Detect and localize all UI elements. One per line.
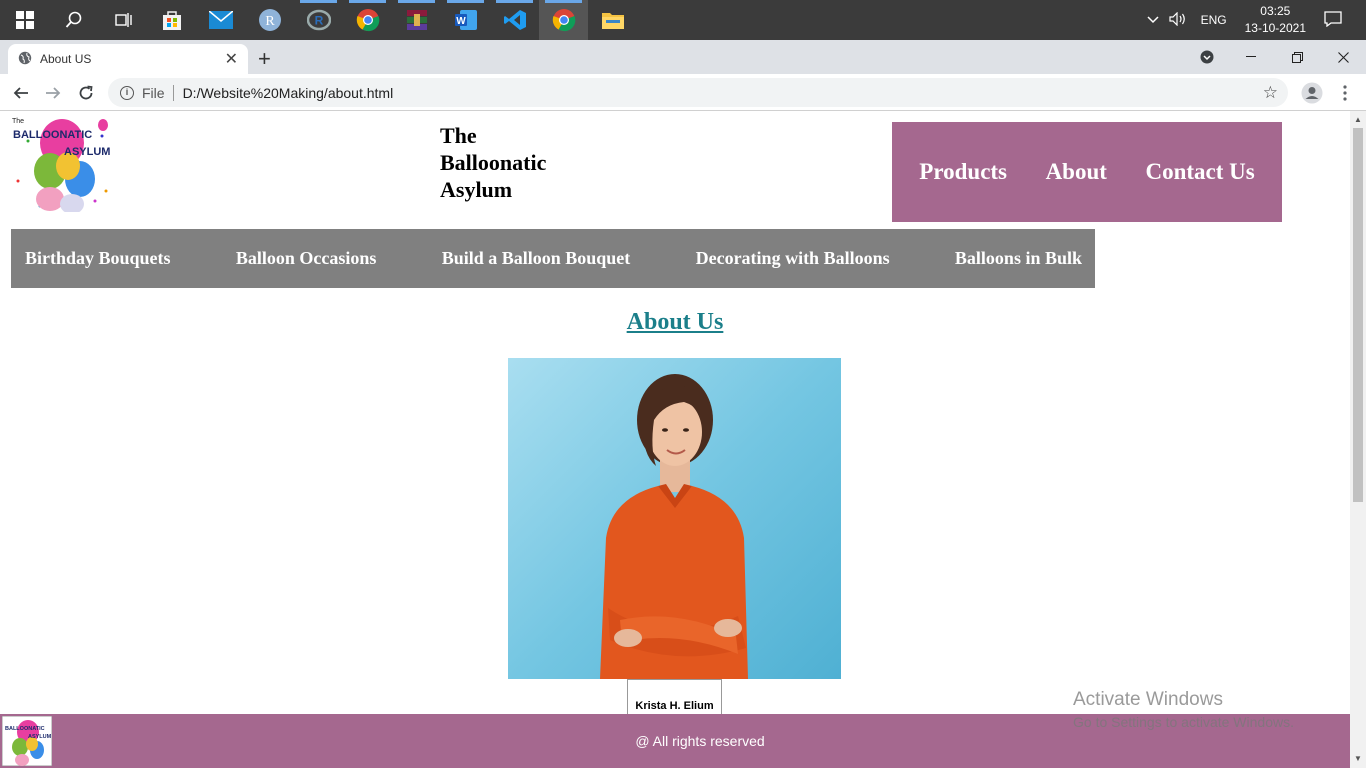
about-us-heading[interactable]: About Us	[0, 309, 1350, 336]
site-title-line-3: Asylum	[440, 177, 513, 202]
scrollbar-thumb[interactable]	[1353, 128, 1363, 502]
notification-icon[interactable]	[1324, 10, 1342, 30]
back-icon[interactable]	[8, 80, 34, 106]
svg-text:R: R	[265, 14, 275, 29]
site-title: The Balloonatic Asylum	[440, 122, 580, 203]
clock-time: 03:25	[1260, 4, 1291, 18]
new-tab-icon[interactable]: +	[258, 46, 271, 72]
file-explorer-icon[interactable]	[588, 0, 637, 40]
speaker-icon[interactable]	[1168, 11, 1187, 29]
winrar-icon[interactable]	[392, 0, 441, 40]
category-link-birthday-bouquets[interactable]: Birthday Bouquets	[25, 248, 171, 269]
site-title-line-1: The	[440, 123, 477, 148]
nav-link-about[interactable]: About	[1046, 159, 1107, 185]
word-icon[interactable]: W	[441, 0, 490, 40]
page-scrollbar[interactable]: ▲ ▼	[1350, 111, 1366, 768]
scroll-up-icon[interactable]: ▲	[1354, 115, 1362, 124]
r-app-icon[interactable]: R	[245, 0, 294, 40]
browser-tab-strip: About US ✕ +	[0, 40, 1366, 74]
vscode-icon[interactable]	[490, 0, 539, 40]
tab-search-icon[interactable]	[1184, 40, 1230, 74]
minimize-icon[interactable]	[1228, 40, 1274, 74]
logo-text-small: The	[12, 118, 24, 125]
address-scheme-label: File	[142, 84, 174, 101]
start-icon[interactable]	[0, 0, 49, 40]
browser-tab[interactable]: About US ✕	[8, 44, 248, 74]
category-link-balloons-in-bulk[interactable]: Balloons in Bulk	[955, 248, 1082, 269]
clock-date: 13-10-2021	[1244, 21, 1306, 35]
rstudio-icon[interactable]: R	[294, 0, 343, 40]
watermark-subtitle: Go to Settings to activate Windows.	[1073, 714, 1294, 730]
person-name-caption: Krista H. Elium	[627, 679, 722, 719]
web-page: The BALLOONATIC ASYLUM The Balloonatic A…	[0, 111, 1350, 768]
task-view-icon[interactable]	[98, 0, 147, 40]
footer-logo-text-main: BALLOONATIC	[5, 726, 45, 732]
logo-text-sub: ASYLUM	[64, 146, 110, 158]
close-tab-icon[interactable]: ✕	[225, 49, 238, 69]
tab-title: About US	[40, 52, 92, 66]
bookmark-star-icon[interactable]: ☆	[1263, 83, 1278, 103]
chevron-up-icon[interactable]	[1147, 13, 1159, 27]
svg-text:R: R	[314, 14, 323, 28]
globe-icon	[18, 51, 32, 68]
svg-text:W: W	[456, 16, 466, 27]
reload-icon[interactable]	[73, 80, 99, 106]
category-link-balloon-occasions[interactable]: Balloon Occasions	[236, 248, 377, 269]
category-link-decorating-with-balloons[interactable]: Decorating with Balloons	[696, 248, 890, 269]
windows-taskbar: R R W ENG 03:25 13-10-2021	[0, 0, 1366, 40]
mail-icon[interactable]	[196, 0, 245, 40]
top-navigation: Products About Contact Us	[892, 122, 1282, 222]
close-window-icon[interactable]	[1320, 40, 1366, 74]
restore-icon[interactable]	[1274, 40, 1320, 74]
search-icon[interactable]	[49, 0, 98, 40]
scroll-down-icon[interactable]: ▼	[1354, 754, 1362, 763]
site-logo[interactable]: The BALLOONATIC ASYLUM	[10, 111, 113, 214]
store-icon[interactable]	[147, 0, 196, 40]
nav-link-contact-us[interactable]: Contact Us	[1145, 159, 1254, 185]
category-link-build-a-balloon-bouquet[interactable]: Build a Balloon Bouquet	[442, 248, 631, 269]
address-bar[interactable]: i File D:/Website%20Making/about.html ☆	[108, 78, 1288, 107]
menu-kebab-icon[interactable]	[1332, 80, 1358, 106]
url-text[interactable]: D:/Website%20Making/about.html	[183, 85, 394, 101]
logo-text-main: BALLOONATIC	[13, 129, 92, 141]
info-icon[interactable]: i	[120, 85, 134, 100]
chrome-active-icon[interactable]	[539, 0, 588, 40]
activate-windows-watermark: Activate Windows Go to Settings to activ…	[1073, 689, 1294, 730]
team-member-photo	[508, 358, 841, 679]
footer-copyright: @ All rights reserved	[635, 733, 765, 749]
clock[interactable]: 03:25 13-10-2021	[1245, 3, 1306, 37]
language-indicator[interactable]: ENG	[1201, 13, 1227, 27]
forward-icon[interactable]	[40, 80, 66, 106]
browser-toolbar: i File D:/Website%20Making/about.html ☆	[0, 74, 1366, 111]
category-navigation: Birthday Bouquets Balloon Occasions Buil…	[11, 229, 1095, 288]
watermark-title: Activate Windows	[1073, 689, 1223, 710]
chrome-icon[interactable]	[343, 0, 392, 40]
nav-link-products[interactable]: Products	[919, 159, 1007, 185]
site-title-line-2: Balloonatic	[440, 150, 547, 175]
profile-icon[interactable]	[1299, 80, 1325, 106]
